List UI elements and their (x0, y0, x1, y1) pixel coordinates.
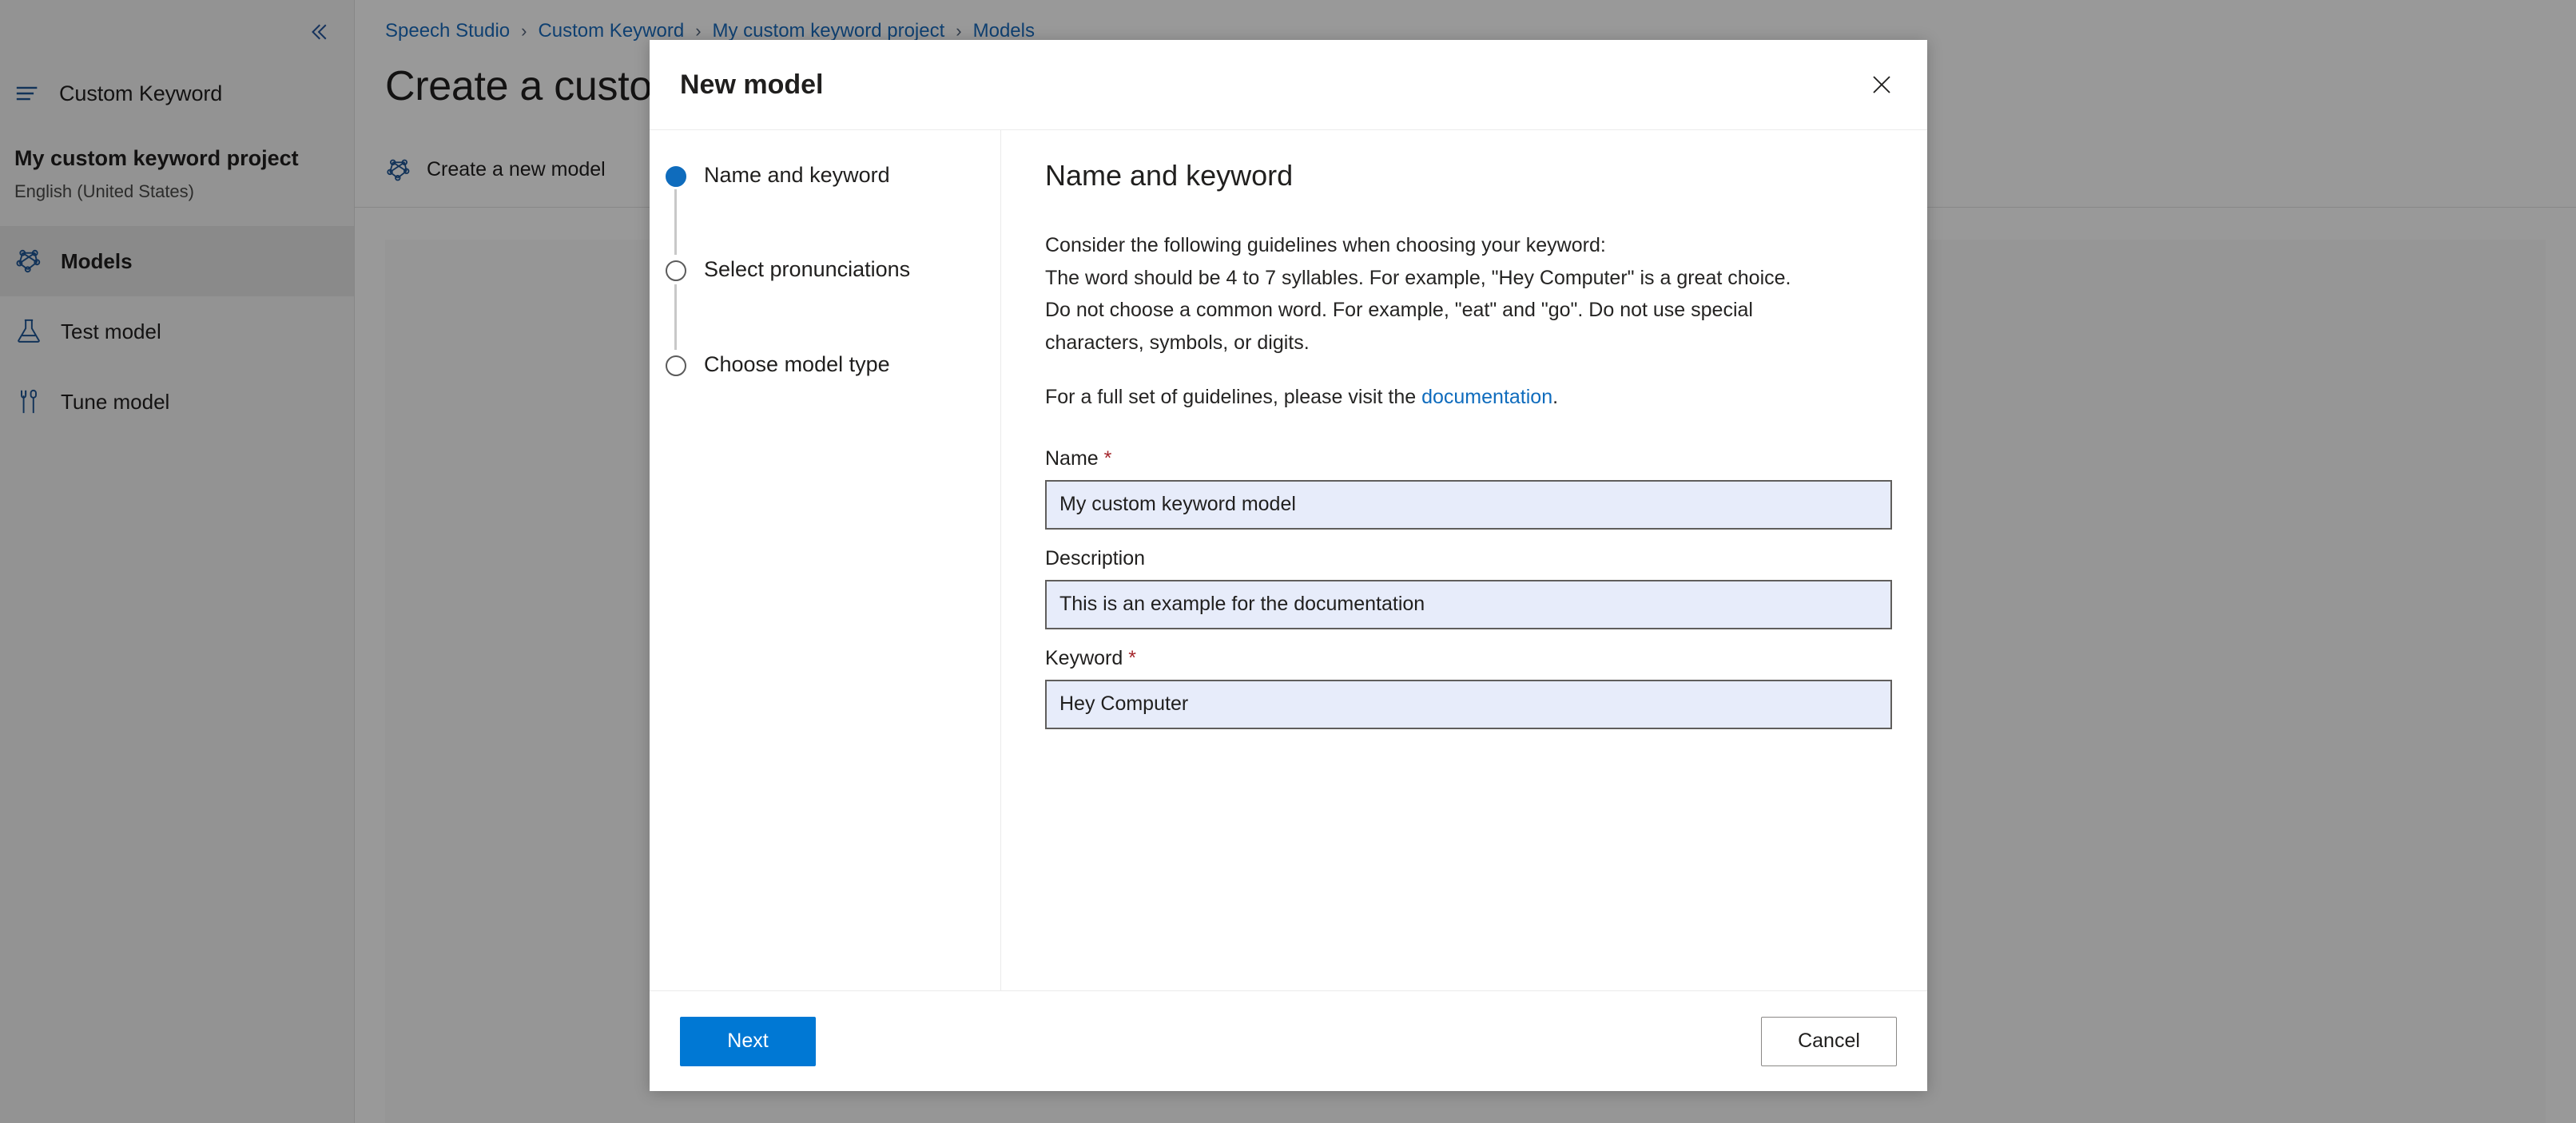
field-group-name: Name * (1045, 447, 1892, 530)
documentation-prefix: For a full set of guidelines, please vis… (1045, 386, 1422, 408)
description-field-label: Description (1045, 546, 1146, 569)
description-input[interactable] (1045, 579, 1892, 629)
cancel-button[interactable]: Cancel (1761, 1016, 1897, 1066)
keyword-input[interactable] (1045, 679, 1892, 729)
name-label-text: Name (1045, 446, 1099, 470)
guideline-line-3: characters, symbols, or digits. (1045, 331, 1310, 354)
keyword-label-text: Keyword (1045, 646, 1123, 669)
required-marker: * (1128, 646, 1136, 669)
name-input[interactable] (1045, 479, 1892, 530)
wizard-pane: Name and keyword Consider the following … (1001, 130, 1927, 990)
new-model-dialog: New model Name and keyword Select pronun… (650, 40, 1927, 1091)
dialog-title: New model (680, 69, 824, 100)
step-indicator-icon (666, 166, 686, 187)
wizard-step-label: Name and keyword (704, 163, 890, 187)
guidelines-intro: Consider the following guidelines when c… (1045, 234, 1606, 256)
wizard-step-label: Choose model type (704, 351, 890, 376)
wizard-step-choose-model-type[interactable]: Choose model type (666, 350, 1000, 379)
dialog-footer: Next Cancel (650, 990, 1927, 1091)
step-connector (674, 284, 677, 350)
guidelines-block: Consider the following guidelines when c… (1045, 229, 1879, 414)
pane-heading: Name and keyword (1045, 159, 1294, 192)
close-icon (1873, 76, 1890, 93)
field-group-description: Description (1045, 546, 1892, 629)
wizard-step-select-pronunciations[interactable]: Select pronunciations (666, 255, 1000, 284)
documentation-line: For a full set of guidelines, please vis… (1045, 381, 1879, 414)
documentation-link[interactable]: documentation (1421, 386, 1552, 408)
next-button[interactable]: Next (680, 1016, 816, 1066)
guideline-line-2: Do not choose a common word. For example… (1045, 299, 1753, 321)
close-button[interactable] (1857, 60, 1906, 109)
step-indicator-icon (666, 355, 686, 376)
dialog-header: New model (650, 40, 1927, 130)
step-connector (674, 189, 677, 256)
name-field-label: Name * (1045, 447, 1879, 470)
guideline-line-1: The word should be 4 to 7 syllables. For… (1045, 266, 1791, 289)
dialog-body: Name and keyword Select pronunciations C… (650, 130, 1927, 990)
wizard-step-label: Select pronunciations (704, 257, 911, 282)
documentation-suffix: . (1552, 386, 1559, 408)
step-indicator-icon (666, 260, 686, 282)
keyword-field-label: Keyword * (1045, 647, 1879, 670)
wizard-step-list: Name and keyword Select pronunciations C… (650, 130, 1001, 990)
required-marker: * (1103, 446, 1112, 470)
field-group-keyword: Keyword * (1045, 647, 1892, 729)
wizard-step-name-and-keyword[interactable]: Name and keyword (666, 161, 1000, 189)
